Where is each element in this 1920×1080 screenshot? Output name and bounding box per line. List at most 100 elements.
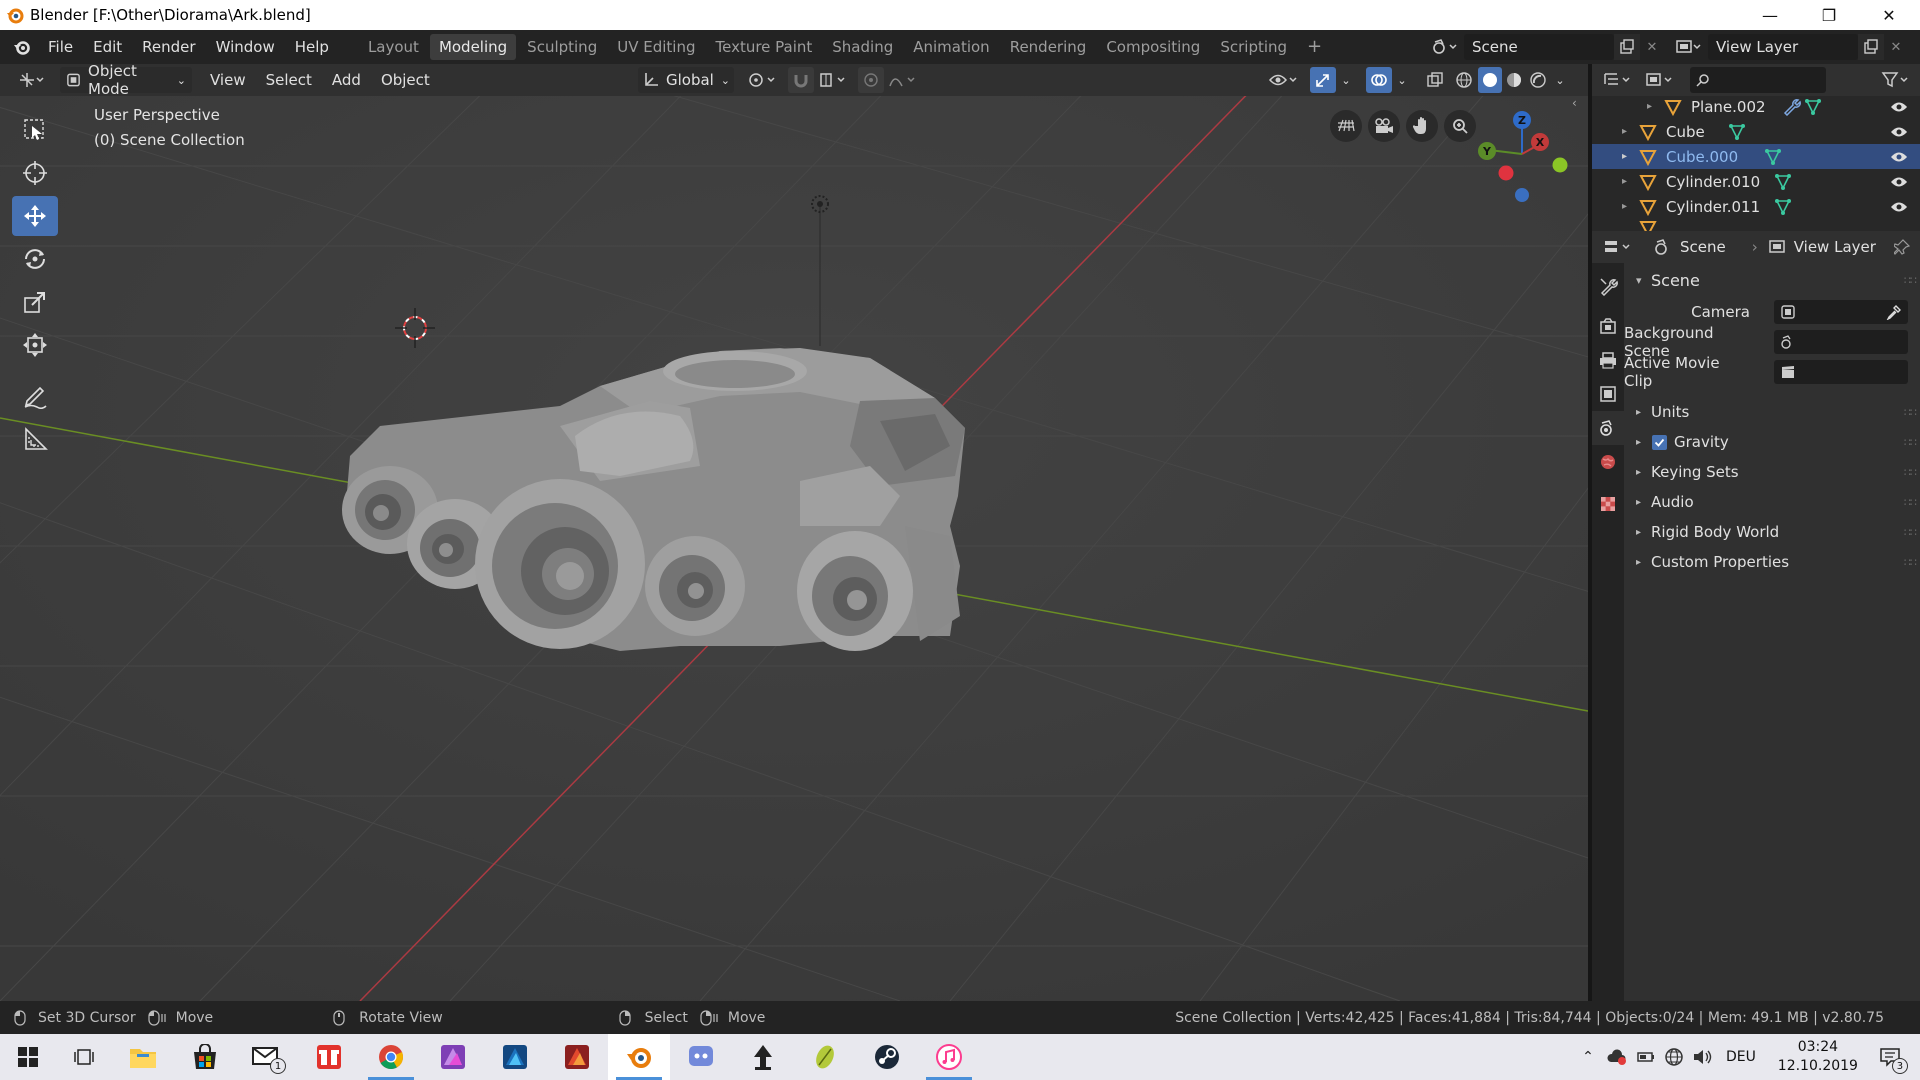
input-language-indicator[interactable]: DEU [1726, 1049, 1756, 1065]
mesh-data-icon[interactable] [1728, 123, 1746, 141]
outliner-editor-type-icon[interactable] [1600, 67, 1638, 93]
visibility-eye-icon[interactable] [1890, 175, 1908, 189]
overlays-dropdown-icon[interactable]: ⌄ [1394, 67, 1410, 93]
menu-edit[interactable]: Edit [83, 30, 132, 64]
blender-menu-icon[interactable] [12, 37, 32, 57]
camera-view-icon[interactable] [1368, 110, 1400, 142]
tool-transform[interactable] [12, 325, 58, 365]
gravity-panel-header[interactable]: ▸ Gravity ∷∷ [1624, 427, 1920, 457]
tool-scale[interactable] [12, 282, 58, 322]
visibility-eye-icon[interactable] [1890, 100, 1908, 114]
tool-measure[interactable] [12, 419, 58, 459]
visibility-eye-icon[interactable] [1890, 150, 1908, 164]
tool-rotate[interactable] [12, 239, 58, 279]
tab-output[interactable] [1592, 343, 1624, 377]
tab-rendering[interactable]: Rendering [1001, 34, 1096, 60]
network-globe-icon[interactable] [1664, 1047, 1684, 1067]
minimize-button[interactable]: — [1747, 0, 1793, 30]
keying-sets-panel-header[interactable]: ▸ Keying Sets ∷∷ [1624, 457, 1920, 487]
restore-button[interactable]: ❐ [1806, 0, 1852, 30]
scene-panel-header[interactable]: ▾ Scene ∷∷ [1624, 265, 1920, 295]
start-button[interactable] [0, 1034, 56, 1080]
outliner-item[interactable]: ▸ Cylinder.011 [1592, 194, 1920, 219]
drag-handle-icon[interactable]: ∷∷ [1904, 436, 1917, 449]
drag-handle-icon[interactable]: ∷∷ [1904, 556, 1917, 569]
menu-render[interactable]: Render [132, 30, 205, 64]
tab-uv-editing[interactable]: UV Editing [608, 34, 704, 60]
new-view-layer-icon[interactable] [1858, 34, 1884, 60]
add-workspace-button[interactable]: + [1298, 34, 1331, 60]
mesh-data-icon[interactable] [1804, 98, 1822, 116]
expand-arrow-icon[interactable]: ▸ [1622, 201, 1627, 212]
mesh-data-icon[interactable] [1774, 173, 1792, 191]
gizmo-toggle-icon[interactable] [1310, 67, 1336, 93]
taskbar-itunes[interactable] [918, 1034, 980, 1080]
solid-shading-icon[interactable] [1478, 67, 1502, 93]
tab-animation[interactable]: Animation [904, 34, 998, 60]
menu-window[interactable]: Window [206, 30, 285, 64]
delete-scene-icon[interactable]: ✕ [1642, 34, 1662, 60]
pan-hand-icon[interactable] [1406, 110, 1438, 142]
tab-scripting[interactable]: Scripting [1211, 34, 1296, 60]
tab-compositing[interactable]: Compositing [1097, 34, 1209, 60]
close-button[interactable]: ✕ [1866, 0, 1912, 30]
custom-properties-panel-header[interactable]: ▸ Custom Properties ∷∷ [1624, 547, 1920, 577]
task-view-button[interactable] [56, 1034, 112, 1080]
gizmo-dropdown-icon[interactable]: ⌄ [1338, 67, 1354, 93]
material-shading-icon[interactable] [1502, 67, 1526, 93]
scene-field[interactable]: Scene [1464, 34, 1614, 60]
outliner-item-partial[interactable] [1592, 219, 1920, 231]
taskbar-blender[interactable] [608, 1034, 670, 1080]
expand-arrow-icon[interactable]: ▸ [1647, 101, 1652, 112]
wireframe-shading-icon[interactable] [1452, 67, 1476, 93]
tab-world[interactable] [1592, 445, 1624, 479]
taskbar-mail[interactable]: 1 [236, 1034, 298, 1080]
tool-cursor[interactable] [12, 153, 58, 193]
taskbar-inkscape[interactable] [732, 1034, 794, 1080]
taskbar-gift-app[interactable] [298, 1034, 360, 1080]
outliner-item[interactable]: ▸ Plane.002 [1592, 96, 1920, 119]
falloff-icon[interactable] [886, 67, 922, 93]
object-mode-dropdown[interactable]: Object Mode ⌄ [60, 62, 192, 98]
tool-annotate[interactable] [12, 376, 58, 416]
menu-help[interactable]: Help [285, 30, 339, 64]
zoom-icon[interactable] [1444, 110, 1476, 142]
tool-move[interactable] [12, 196, 58, 236]
tool-select-box[interactable] [12, 110, 58, 150]
battery-icon[interactable] [1636, 1048, 1656, 1066]
drag-handle-icon[interactable]: ∷∷ [1904, 496, 1917, 509]
audio-panel-header[interactable]: ▸ Audio ∷∷ [1624, 487, 1920, 517]
expand-arrow-icon[interactable]: ▸ [1622, 176, 1627, 187]
visibility-eye-icon[interactable] [1890, 125, 1908, 139]
cloud-sync-icon[interactable] [1606, 1048, 1628, 1066]
expand-arrow-icon[interactable]: ▸ [1622, 126, 1627, 137]
taskbar-chrome[interactable] [360, 1034, 422, 1080]
pivot-point-icon[interactable] [744, 67, 782, 93]
drag-handle-icon[interactable]: ∷∷ [1904, 466, 1917, 479]
drag-handle-icon[interactable]: ∷∷ [1904, 274, 1917, 287]
taskbar-file-explorer[interactable] [112, 1034, 174, 1080]
taskbar-affinity-designer[interactable] [484, 1034, 546, 1080]
pin-icon[interactable] [1894, 239, 1910, 255]
active-movie-clip-field[interactable] [1774, 360, 1908, 384]
menu-add[interactable]: Add [322, 63, 371, 97]
sidebar-toggle-icon[interactable]: ‹ [1572, 96, 1588, 116]
clock[interactable]: 03:24 12.10.2019 [1778, 1038, 1858, 1076]
outliner-item[interactable]: ▸ Cylinder.010 [1592, 169, 1920, 194]
outliner[interactable]: ▸ Plane.002 ▸ Cube ▸ Cube.000 ▸ Cylinder… [1592, 96, 1920, 231]
mesh-data-icon[interactable] [1764, 148, 1782, 166]
tab-texture[interactable] [1592, 487, 1624, 521]
outliner-search-input[interactable] [1690, 67, 1826, 93]
menu-view[interactable]: View [200, 63, 256, 97]
tab-render[interactable] [1592, 309, 1624, 343]
menu-object[interactable]: Object [371, 63, 440, 97]
delete-view-layer-icon[interactable]: ✕ [1886, 34, 1906, 60]
3d-viewport[interactable]: Z Y X User Perspective (0) Scene Collect… [0, 96, 1588, 1001]
view-layer-selector-icon[interactable] [1672, 34, 1706, 60]
mesh-data-icon[interactable] [1774, 198, 1792, 216]
menu-file[interactable]: File [38, 30, 83, 64]
grid-view-icon[interactable] [1330, 110, 1362, 142]
taskbar-affinity-publisher[interactable] [546, 1034, 608, 1080]
proportional-edit-icon[interactable] [858, 67, 884, 93]
xray-toggle-icon[interactable] [1422, 67, 1448, 93]
